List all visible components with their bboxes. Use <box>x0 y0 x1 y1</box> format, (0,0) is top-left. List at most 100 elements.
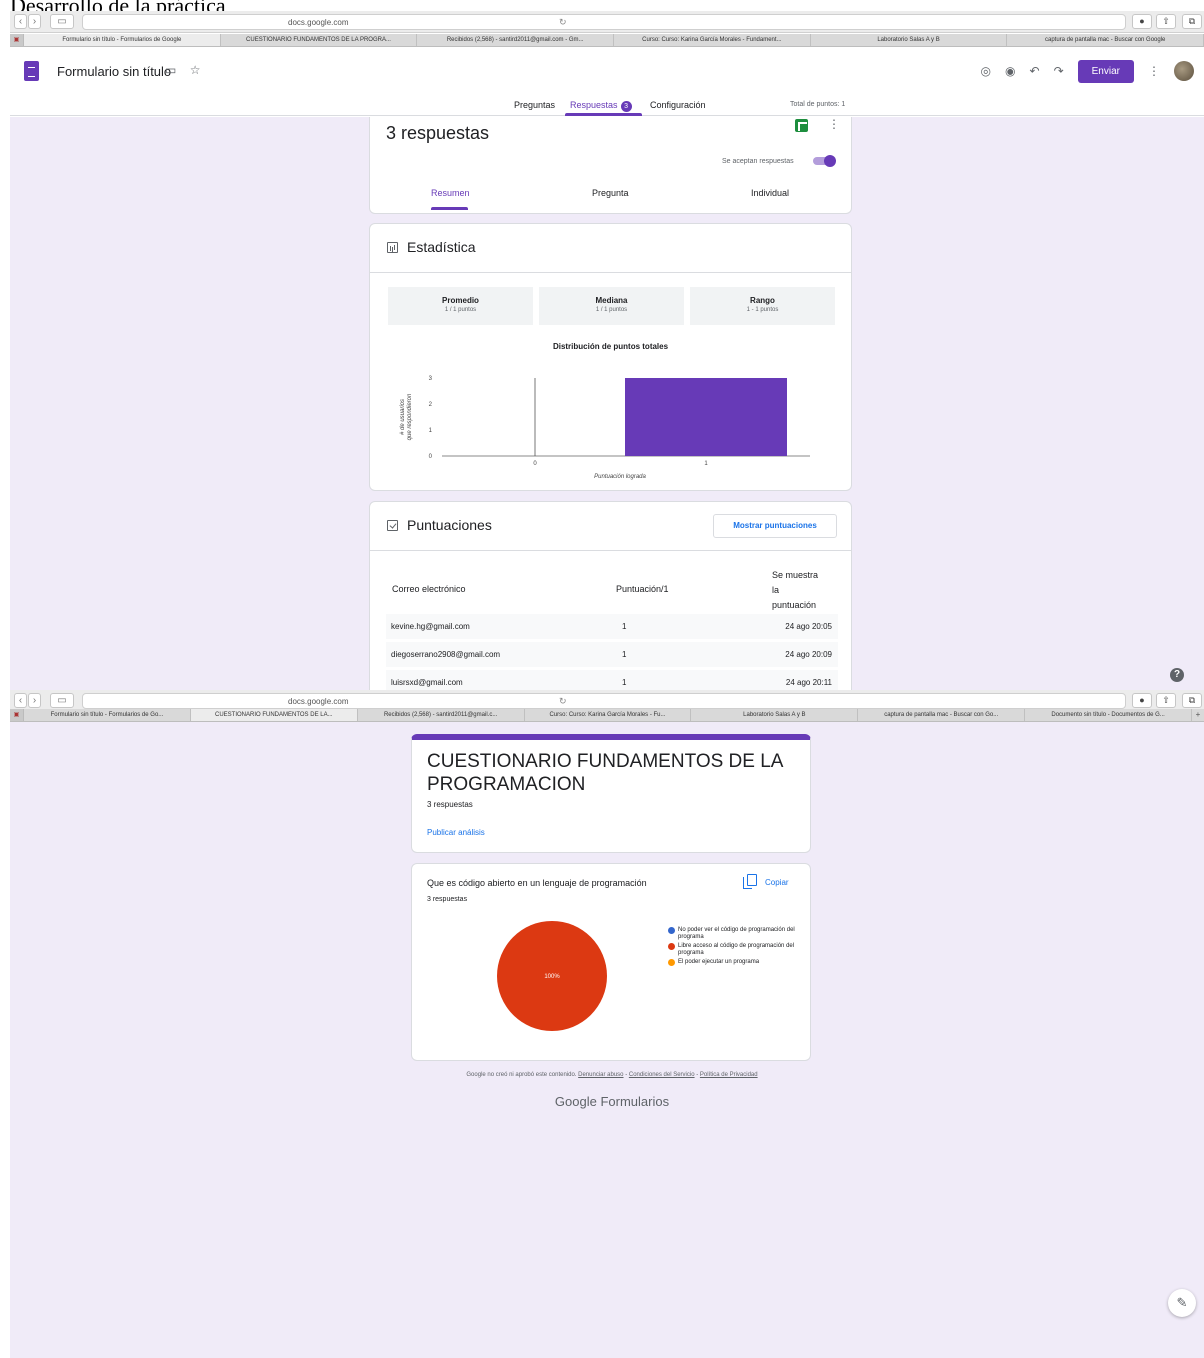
row-date: 24 ago 20:09 <box>785 650 832 659</box>
preview-eye-icon[interactable]: ◉ <box>1005 64 1015 78</box>
stat-label: Rango <box>750 296 775 305</box>
privacy-link[interactable]: Política de Privacidad <box>700 1072 758 1078</box>
redo-icon[interactable]: ↷ <box>1054 64 1064 78</box>
address-bar[interactable]: docs.google.com ↻ <box>82 693 1126 709</box>
tab-respuestas[interactable]: Respuestas 3 <box>570 100 632 112</box>
copy-icon[interactable] <box>743 874 757 889</box>
browser-tab[interactable]: CUESTIONARIO FUNDAMENTOS DE LA PROGRA... <box>221 34 418 46</box>
row-score: 1 <box>622 678 627 687</box>
tabs-overview-icon[interactable]: ⧉ <box>1182 14 1202 29</box>
subtab-pregunta[interactable]: Pregunta <box>592 188 629 198</box>
forward-button[interactable]: › <box>28 693 41 708</box>
separator: - <box>696 1072 699 1078</box>
chart-title: Distribución de puntos totales <box>552 342 669 351</box>
terms-link[interactable]: Condiciones del Servicio <box>629 1072 695 1078</box>
row-date: 24 ago 20:05 <box>785 622 832 631</box>
report-abuse-link[interactable]: Denunciar abuso <box>578 1072 623 1078</box>
folder-icon[interactable]: ▭ <box>165 63 176 77</box>
download-icon[interactable]: ● <box>1132 14 1152 29</box>
reload-icon[interactable]: ↻ <box>559 696 567 707</box>
forward-button[interactable]: › <box>28 14 41 29</box>
column-header-score: Puntuación/1 <box>616 584 669 594</box>
send-button[interactable]: Enviar <box>1077 59 1134 83</box>
browser-tab[interactable]: Curso: Curso: Karina García Morales - Fu… <box>614 34 811 46</box>
google-forms-brand[interactable]: Google Formularios <box>10 1094 1204 1109</box>
star-icon[interactable]: ☆ <box>190 63 201 77</box>
undo-icon[interactable]: ↶ <box>1030 64 1040 78</box>
new-tab-icon[interactable]: + <box>1192 709 1204 721</box>
form-title[interactable]: Formulario sin título <box>57 64 171 79</box>
browser-tab[interactable]: Recibidos (2,568) - santird2011@gmail.c.… <box>358 709 525 721</box>
table-row[interactable]: luisrsxd@gmail.com 1 24 ago 20:11 <box>386 670 838 690</box>
tab-respuestas-label: Respuestas <box>570 100 618 110</box>
responses-count-badge: 3 <box>620 101 632 112</box>
x-tick-label: 0 <box>533 461 537 467</box>
tab-configuracion[interactable]: Configuración <box>650 100 706 110</box>
y-tick-label: 0 <box>429 454 433 460</box>
table-row[interactable]: kevine.hg@gmail.com 1 24 ago 20:05 <box>386 614 838 639</box>
browser-tab[interactable]: Documento sin título - Documentos de G..… <box>1025 709 1193 721</box>
stat-value: 1 / 1 puntos <box>595 307 628 313</box>
more-options-icon[interactable]: ⋮ <box>828 117 840 131</box>
back-button[interactable]: ‹ <box>14 14 27 29</box>
tabs-overview-icon[interactable]: ⧉ <box>1182 693 1202 708</box>
accepting-responses-toggle[interactable] <box>813 155 836 167</box>
back-button[interactable]: ‹ <box>14 693 27 708</box>
disclaimer-text: Google no creó ni aprobó este contenido. <box>466 1072 577 1078</box>
avatar[interactable] <box>1174 61 1194 81</box>
x-tick-label: 1 <box>704 461 708 467</box>
stat-label: Mediana <box>595 296 628 305</box>
stat-value: 1 / 1 puntos <box>444 307 477 313</box>
browser-tab[interactable]: Laboratorio Salas A y B <box>691 709 859 721</box>
pinned-tab-icon[interactable]: ▣ <box>10 709 24 721</box>
legend-label: Libre acceso al código de programación d… <box>678 943 795 956</box>
subtab-resumen[interactable]: Resumen <box>431 188 470 198</box>
legend-label: No poder ver el código de programación d… <box>678 927 795 940</box>
row-score: 1 <box>622 650 627 659</box>
sidebar-toggle-button[interactable]: ▭ <box>50 14 74 29</box>
help-icon[interactable]: ? <box>1170 668 1184 682</box>
legend-color-dot <box>668 927 675 934</box>
table-row[interactable]: diegoserrano2908@gmail.com 1 24 ago 20:0… <box>386 642 838 667</box>
browser-tab[interactable]: Formulario sin título - Formularios de G… <box>24 34 221 46</box>
x-axis-label: Puntuación lograda <box>594 474 646 480</box>
reload-icon[interactable]: ↻ <box>559 17 567 28</box>
more-options-icon[interactable]: ⋮ <box>1148 64 1160 78</box>
edit-pencil-icon[interactable]: ✎ <box>1168 1289 1196 1317</box>
header-line: Se muestra <box>772 570 819 580</box>
browser-tab[interactable]: Formulario sin título - Formularios de G… <box>24 709 191 721</box>
pinned-tab-icon[interactable]: ▣ <box>10 34 24 46</box>
tab-preguntas[interactable]: Preguntas <box>514 100 555 110</box>
download-icon[interactable]: ● <box>1132 693 1152 708</box>
row-email: luisrsxd@gmail.com <box>391 678 463 687</box>
show-scores-button[interactable]: Mostrar puntuaciones <box>713 514 837 538</box>
total-points: Total de puntos: 1 <box>790 101 846 108</box>
browser-tab[interactable]: captura de pantalla mac - Buscar con Goo… <box>1007 34 1204 46</box>
stat-range: Rango 1 - 1 puntos <box>690 287 835 325</box>
stat-label: Promedio <box>442 296 479 305</box>
share-icon[interactable]: ⇧ <box>1156 693 1176 708</box>
pie-slice-label: 100% <box>544 974 560 980</box>
stat-value: 1 - 1 puntos <box>746 307 779 313</box>
browser-tab-bar: ▣ Formulario sin título - Formularios de… <box>10 34 1204 47</box>
pie-legend: No poder ver el código de programación d… <box>668 927 808 968</box>
browser-tab[interactable]: Laboratorio Salas A y B <box>811 34 1008 46</box>
legend-label: El poder ejecutar un programa <box>678 959 760 965</box>
browser-tab[interactable]: Curso: Curso: Karina García Morales - Fu… <box>525 709 692 721</box>
copy-button[interactable]: Copiar <box>765 878 789 887</box>
browser-tab[interactable]: captura de pantalla mac - Buscar con Go.… <box>858 709 1026 721</box>
address-bar[interactable]: docs.google.com ↻ <box>82 14 1126 30</box>
row-date: 24 ago 20:11 <box>785 678 832 687</box>
forms-logo-icon[interactable] <box>24 61 39 81</box>
share-icon[interactable]: ⇧ <box>1156 14 1176 29</box>
sidebar-toggle-button[interactable]: ▭ <box>50 693 74 708</box>
browser-tab[interactable]: CUESTIONARIO FUNDAMENTOS DE LA... <box>190 709 358 721</box>
sheets-icon[interactable] <box>795 119 808 132</box>
browser-tab[interactable]: Recibidos (2,568) - santird2011@gmail.co… <box>417 34 615 46</box>
header-line: puntuación <box>772 600 817 610</box>
palette-icon[interactable]: ◎ <box>981 64 991 78</box>
y-tick-label: 1 <box>429 428 433 434</box>
url-text: docs.google.com <box>288 697 349 706</box>
subtab-individual[interactable]: Individual <box>751 188 789 198</box>
publish-analysis-link[interactable]: Publicar análisis <box>427 828 485 837</box>
